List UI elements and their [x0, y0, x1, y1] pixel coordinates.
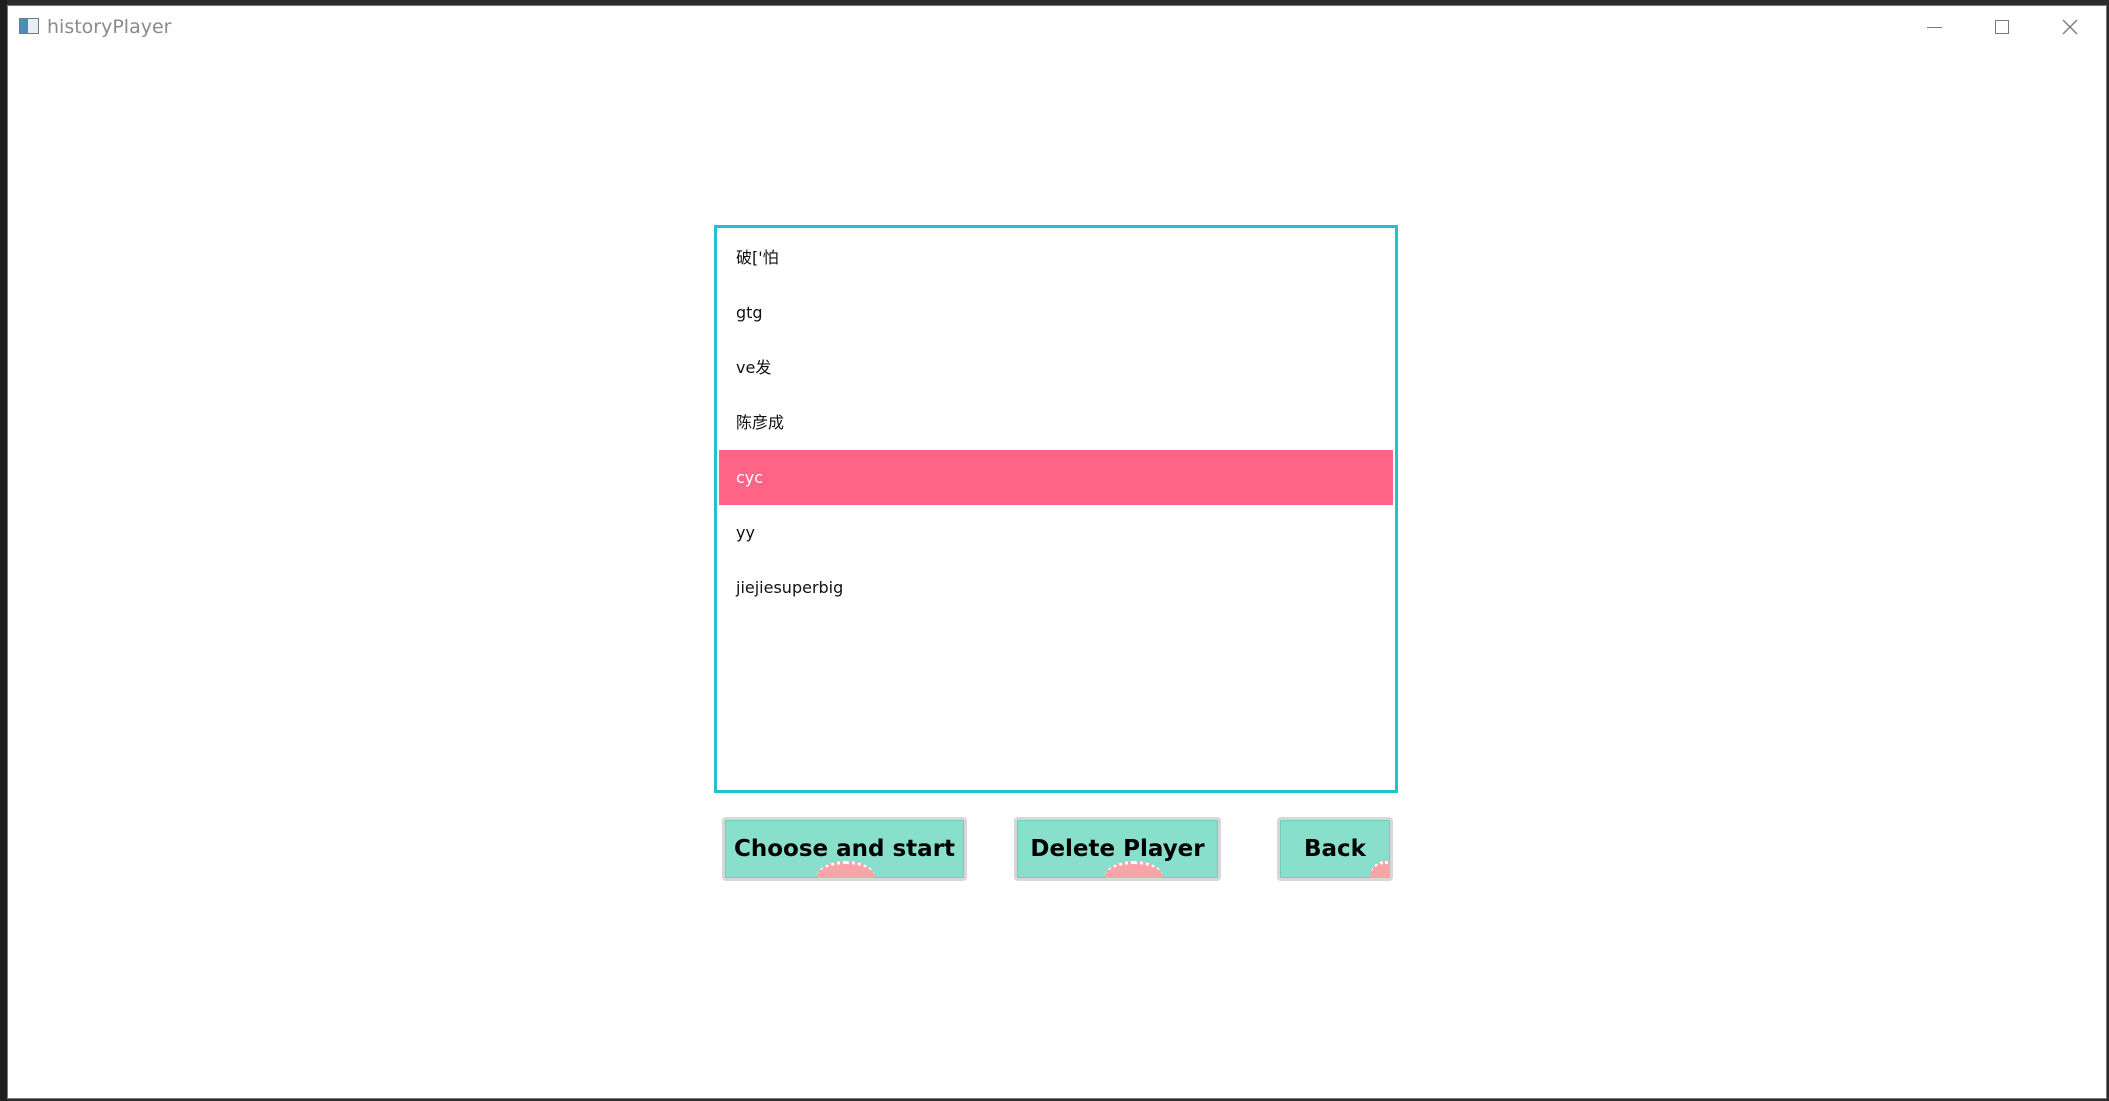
window-title: historyPlayer: [47, 16, 172, 38]
minimize-button[interactable]: [1900, 6, 1968, 48]
list-item[interactable]: 陈彦成: [719, 395, 1393, 450]
list-item-selected[interactable]: cyc: [719, 450, 1393, 505]
app-window-icon: [19, 18, 39, 34]
close-button[interactable]: [2036, 6, 2104, 48]
maximize-button[interactable]: [1968, 6, 2036, 48]
list-item[interactable]: yy: [719, 505, 1393, 560]
list-item[interactable]: ve发: [719, 340, 1393, 395]
title-bar: historyPlayer: [8, 6, 2106, 48]
list-item[interactable]: jiejiesuperbig: [719, 560, 1393, 615]
close-icon: [2062, 19, 2078, 35]
maximize-icon: [1995, 20, 2009, 34]
list-item[interactable]: 破['怕: [719, 230, 1393, 285]
list-item[interactable]: gtg: [719, 285, 1393, 340]
button-decoration: [1105, 861, 1163, 878]
delete-player-button[interactable]: Delete Player: [1014, 817, 1221, 881]
minimize-icon: [1926, 26, 1942, 28]
app-window: historyPlayer 破['怕 gtg ve发 陈彦成 cyc yy ji…: [7, 5, 2107, 1099]
button-label: Choose and start: [733, 836, 956, 862]
player-list[interactable]: 破['怕 gtg ve发 陈彦成 cyc yy jiejiesuperbig: [714, 225, 1398, 793]
button-decoration: [1370, 861, 1390, 878]
choose-and-start-button[interactable]: Choose and start: [722, 817, 967, 881]
button-label: Back: [1304, 836, 1366, 862]
button-decoration: [817, 861, 875, 878]
button-label: Delete Player: [1030, 836, 1205, 862]
desktop-background: [0, 0, 7, 1101]
back-button[interactable]: Back: [1277, 817, 1393, 881]
